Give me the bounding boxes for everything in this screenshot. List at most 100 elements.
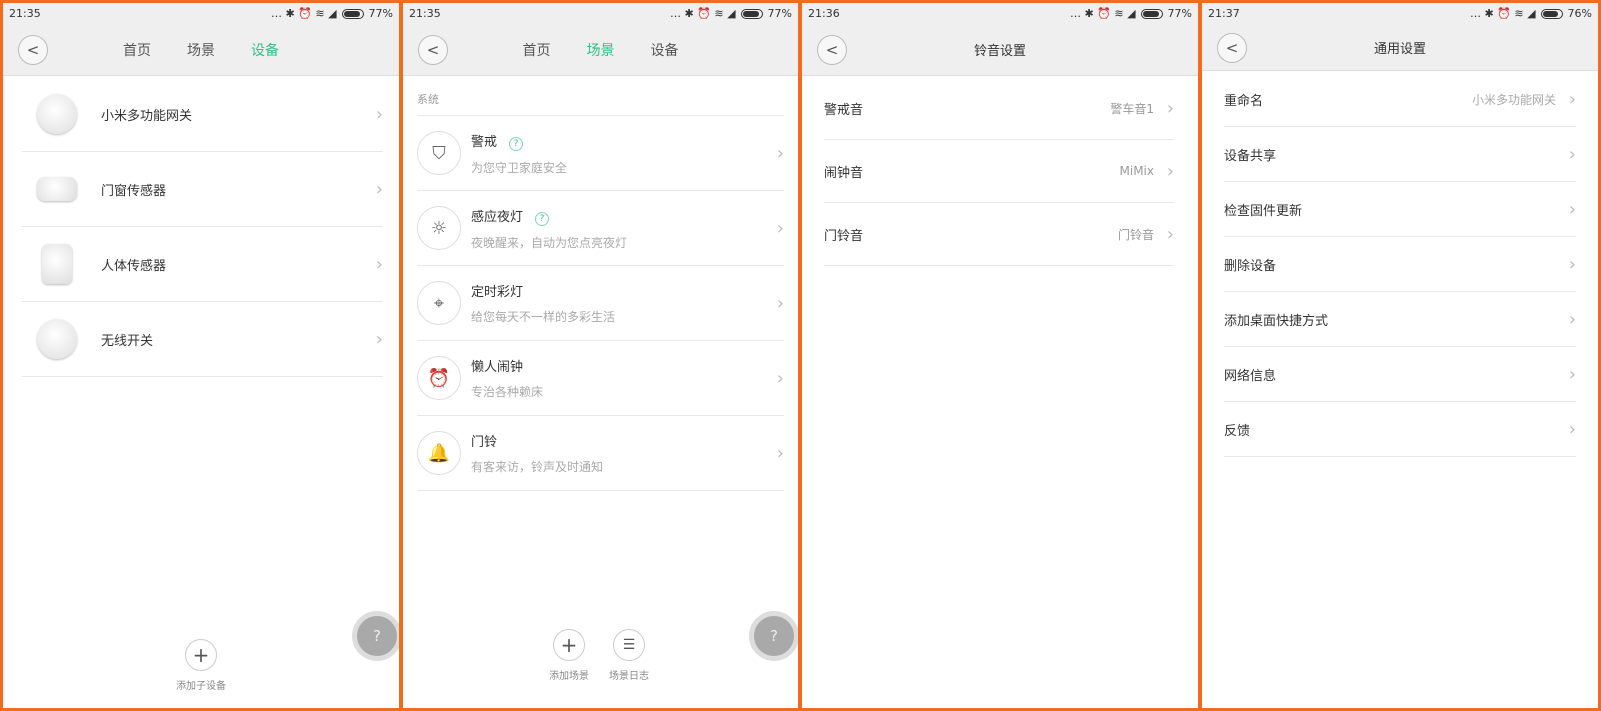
chevron-right-icon: › — [776, 292, 784, 314]
setting-item[interactable]: 删除设备 › — [1224, 237, 1576, 292]
scene-title: 警戒 — [471, 134, 498, 150]
scene-title: 定时彩灯 — [471, 285, 524, 300]
scene-item[interactable]: ⛉ 警戒? 为您守卫家庭安全 › — [417, 116, 784, 191]
chevron-right-icon: › — [375, 253, 383, 275]
battery-level: 77% — [368, 7, 393, 20]
battery-level: 76% — [1567, 7, 1592, 20]
plus-icon: + — [553, 629, 585, 661]
setting-item[interactable]: 设备共享 › — [1224, 127, 1576, 182]
help-button[interactable]: ? — [749, 611, 798, 661]
chevron-right-icon: › — [776, 442, 784, 464]
chevron-right-icon: › — [1568, 88, 1576, 110]
section-label: 系统 — [417, 83, 784, 116]
tab-home[interactable]: 首页 — [523, 40, 551, 60]
chevron-right-icon: › — [1568, 308, 1576, 330]
general-settings-screen: 21:37… ✱ ⏰ ≋ ◢ 76% < 通用设置 重命名 小米多功能网关 › 设备共享 ›… — [1202, 3, 1598, 708]
item-label: 闹钟音 — [824, 165, 864, 181]
status-bar: 21:35… ✱ ⏰ ≋ ◢ 77% — [403, 3, 798, 24]
chevron-right-icon: › — [375, 103, 383, 125]
device-name: 小米多功能网关 — [101, 108, 193, 124]
scene-log-button[interactable]: ☰ 场景日志 — [599, 629, 659, 682]
ringtone-item[interactable]: 闹钟音 MiMix › — [824, 140, 1174, 203]
devices-screen: 21:35… ✱ ⏰ ≋ ◢ 77% < 首页 场景 设备 小米多功能网关 › 门窗传感… — [3, 3, 399, 708]
page-title: 通用设置 — [1373, 41, 1426, 57]
chevron-right-icon: › — [1568, 198, 1576, 220]
item-value: 小米多功能网关 — [1471, 92, 1556, 107]
scene-title: 感应夜灯 — [471, 209, 524, 225]
item-label: 重命名 — [1224, 93, 1264, 109]
log-label: 场景日志 — [609, 671, 649, 682]
help-icon[interactable]: ? — [509, 136, 524, 151]
tab-home[interactable]: 首页 — [123, 40, 151, 60]
scene-description: 夜晚醒来，自动为您点亮夜灯 — [471, 235, 628, 250]
scene-item[interactable]: 🔔 门铃 有客来访，铃声及时通知 › — [417, 416, 784, 491]
gateway-icon — [37, 94, 77, 134]
scene-item[interactable]: ☼ 感应夜灯? 夜晚醒来，自动为您点亮夜灯 › — [417, 191, 784, 266]
item-label: 门铃音 — [824, 228, 864, 244]
item-label: 警戒音 — [824, 102, 864, 118]
scene-icon: ☼ — [417, 206, 461, 250]
chevron-right-icon: › — [1166, 223, 1174, 245]
setting-item[interactable]: 添加桌面快捷方式 › — [1224, 292, 1576, 347]
ringtone-item[interactable]: 警戒音 警车音1 › — [824, 77, 1174, 140]
chevron-right-icon: › — [1166, 160, 1174, 182]
scene-icon: 🔔 — [417, 431, 461, 475]
ringtone-item[interactable]: 门铃音 门铃音 › — [824, 203, 1174, 266]
device-item[interactable]: 门窗传感器 › — [21, 152, 383, 227]
status-bar: 21:36… ✱ ⏰ ≋ ◢ 77% — [802, 3, 1198, 24]
item-label: 设备共享 — [1224, 148, 1277, 164]
item-value: 门铃音 — [1117, 227, 1154, 242]
setting-item[interactable]: 网络信息 › — [1224, 347, 1576, 402]
battery-icon — [1540, 8, 1563, 19]
add-subdevice-button[interactable]: + 添加子设备 — [171, 639, 231, 692]
help-button[interactable]: ? — [352, 611, 399, 661]
add-label: 添加场景 — [549, 671, 589, 682]
plus-icon: + — [185, 639, 217, 671]
setting-item[interactable]: 重命名 小米多功能网关 › — [1224, 72, 1576, 127]
time: 21:35 — [409, 7, 441, 20]
scene-icon: ⏰ — [417, 356, 461, 400]
chevron-right-icon: › — [375, 328, 383, 350]
scene-description: 专治各种赖床 — [471, 385, 544, 399]
item-value: MiMix — [1119, 164, 1154, 178]
back-button[interactable]: < — [18, 35, 48, 65]
back-button[interactable]: < — [1217, 33, 1247, 63]
scene-item[interactable]: ⏰ 懒人闹钟 专治各种赖床 › — [417, 341, 784, 416]
scene-description: 给您每天不一样的多彩生活 — [471, 310, 616, 324]
chevron-right-icon: › — [776, 367, 784, 389]
device-name: 无线开关 — [101, 333, 154, 349]
device-name: 门窗传感器 — [101, 183, 167, 199]
scene-icon: ⛉ — [417, 131, 461, 175]
device-item[interactable]: 小米多功能网关 › — [21, 77, 383, 152]
tab-devices[interactable]: 设备 — [251, 40, 279, 60]
time: 21:37 — [1208, 7, 1240, 20]
time: 21:36 — [808, 7, 840, 20]
item-label: 检查固件更新 — [1224, 203, 1303, 219]
scene-item[interactable]: ⌖ 定时彩灯给您每天不一样的多彩生活 › — [417, 266, 784, 341]
device-name: 人体传感器 — [101, 258, 167, 274]
time: 21:35 — [9, 7, 41, 20]
chevron-right-icon: › — [1568, 363, 1576, 385]
setting-item[interactable]: 检查固件更新 › — [1224, 182, 1576, 237]
tab-scenes[interactable]: 场景 — [187, 40, 215, 60]
scene-icon: ⌖ — [417, 281, 461, 325]
back-button[interactable]: < — [817, 35, 847, 65]
add-label: 添加子设备 — [176, 681, 226, 692]
chevron-right-icon: › — [1568, 418, 1576, 440]
help-icon[interactable]: ? — [535, 211, 550, 226]
scenes-screen: 21:35… ✱ ⏰ ≋ ◢ 77% < 首页 场景 设备 系统 ⛉ 警戒? 为您守卫家庭… — [403, 3, 798, 708]
item-label: 网络信息 — [1224, 368, 1277, 384]
wireless-switch-icon — [37, 319, 77, 359]
tab-devices[interactable]: 设备 — [651, 40, 679, 60]
battery-icon — [341, 8, 364, 19]
status-bar: 21:35… ✱ ⏰ ≋ ◢ 77% — [3, 3, 399, 24]
setting-item[interactable]: 反馈 › — [1224, 402, 1576, 457]
battery-level: 77% — [767, 7, 792, 20]
chevron-right-icon: › — [776, 142, 784, 164]
device-item[interactable]: 无线开关 › — [21, 302, 383, 377]
chevron-right-icon: › — [776, 217, 784, 239]
add-scene-button[interactable]: + 添加场景 — [539, 629, 599, 682]
device-item[interactable]: 人体传感器 › — [21, 227, 383, 302]
back-button[interactable]: < — [418, 35, 448, 65]
tab-scenes[interactable]: 场景 — [587, 40, 615, 60]
